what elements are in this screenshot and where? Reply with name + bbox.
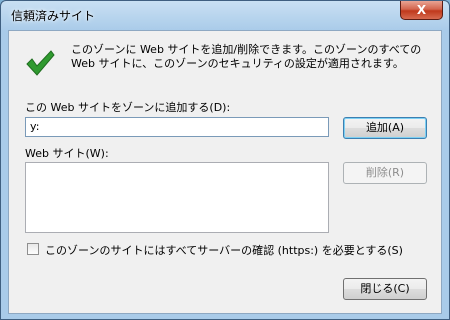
window-title: 信頼済みサイト (11, 9, 96, 23)
websites-label: Web サイト(W): (25, 147, 109, 160)
add-site-input[interactable]: y: (25, 117, 329, 137)
https-checkbox-label[interactable]: このゾーンのサイトにはすべてサーバーの確認 (https:) を必要とする(S) (45, 242, 403, 258)
dialog-window: 信頼済みサイト X このゾーンに Web サイトを追加/削除できます。このゾーン… (0, 0, 450, 320)
window-close-button[interactable]: X (400, 1, 443, 20)
zone-description: このゾーンに Web サイトを追加/削除できます。このゾーンのすべての Web … (71, 43, 422, 70)
green-check-icon (26, 50, 55, 76)
close-button[interactable]: 閉じる(C) (343, 278, 427, 300)
remove-button[interactable]: 削除(R) (343, 162, 427, 184)
add-site-label: この Web サイトをゾーンに追加する(D): (25, 101, 231, 114)
add-button[interactable]: 追加(A) (343, 117, 427, 139)
https-checkbox[interactable] (27, 243, 39, 255)
websites-list[interactable] (25, 162, 329, 233)
dialog-content: このゾーンに Web サイトを追加/削除できます。このゾーンのすべての Web … (8, 30, 442, 314)
title-bar[interactable]: 信頼済みサイト X (1, 1, 449, 29)
